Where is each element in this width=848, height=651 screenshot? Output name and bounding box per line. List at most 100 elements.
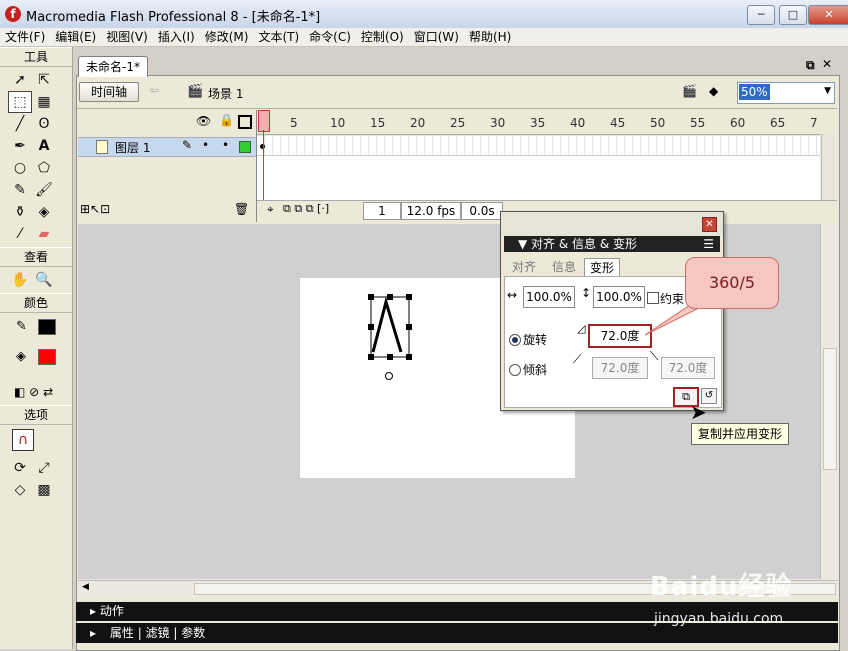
distort-icon[interactable]: ◇ [8,479,32,501]
frame-ruler[interactable]: 1 5 10 15 20 25 30 35 40 45 50 55 60 65 … [257,110,820,135]
outline-icon[interactable] [238,115,252,129]
chevron-down-icon[interactable]: ▼ [824,86,831,96]
properties-tab[interactable]: 属性 [100,626,134,640]
expand-icon: ▸ [90,626,97,640]
frames-grid[interactable] [257,136,820,201]
free-transform-tool-icon[interactable]: ⬚ [8,91,32,113]
maximize-button[interactable]: □ [779,5,807,25]
eyedropper-tool-icon[interactable]: ⁄ [8,223,32,245]
snap-magnet-icon[interactable]: ∩ [12,429,34,451]
no-color-icon[interactable]: ⊘ [29,385,39,399]
frame-row[interactable] [257,136,820,156]
ink-bottle-tool-icon[interactable]: ⚱ [8,201,32,223]
lock-icon[interactable]: 🔒 [219,113,234,127]
skew-h-icon: ⟋ [573,352,582,366]
trash-icon[interactable]: 🗑 [234,202,249,216]
minimize-button[interactable]: ─ [747,5,775,25]
skew-radio[interactable] [509,364,521,376]
panel-options-icon[interactable]: ☰ [703,236,714,252]
selected-shape[interactable] [366,292,416,382]
pen-tool-icon[interactable]: ✒ [8,135,32,157]
menu-control[interactable]: 控制(O) [356,28,409,46]
menu-text[interactable]: 文本(T) [253,28,304,46]
edit-bar: 时间轴 ⇦ 🎬 场景 1 🎬 ◆ [77,78,837,109]
menu-file[interactable]: 文件(F) [0,28,50,46]
pencil-tool-icon[interactable]: ✎ [8,179,32,201]
tab-transform[interactable]: 变形 [584,258,621,277]
menu-commands[interactable]: 命令(C) [304,28,356,46]
skew-h-input[interactable]: 72.0度 [592,357,648,379]
tab-align[interactable]: 对齐 [507,258,541,276]
width-scale-input[interactable]: 100.0% [523,286,575,308]
insert-layer-icon[interactable]: ⊞↖⊡ [80,202,110,216]
text-tool-icon[interactable]: A [32,135,56,157]
visible-dot[interactable]: • [202,138,209,152]
timeline-toggle-button[interactable]: 时间轴 [79,82,139,102]
center-frame-icon[interactable]: ⌖ [267,202,274,217]
subselect-tool-icon[interactable]: ⇱ [32,69,56,91]
swap-colors-icon[interactable]: ⇄ [43,385,53,399]
skew-v-input[interactable]: 72.0度 [661,357,715,379]
back-arrow-icon[interactable]: ⇦ [149,83,159,97]
zoom-combo[interactable]: 50% ▼ [737,82,835,104]
rotate-angle-icon: ◿ [577,322,586,335]
hand-tool-icon[interactable]: ✋ [8,269,32,291]
stroke-color-swatch[interactable] [38,319,56,335]
scroll-left-icon[interactable]: ◀ [82,582,89,592]
params-tab[interactable]: 参数 [181,626,205,640]
eye-icon[interactable]: 👁 [196,114,211,128]
menu-view[interactable]: 视图(V) [101,28,153,46]
view-heading: 查看 [0,247,72,267]
close-button[interactable]: ✕ [808,5,848,25]
rotate-skew-icon[interactable]: ⟳ [8,457,32,479]
close-icon[interactable]: ✕ [702,217,717,232]
oval-tool-icon[interactable]: ○ [8,157,32,179]
panel-titlebar[interactable]: ✕ [501,212,723,236]
line-tool-icon[interactable]: ╱ [8,113,32,135]
panel-header[interactable]: ▼ 对齐 & 信息 & 变形 ☰ [504,236,720,252]
menu-help[interactable]: 帮助(H) [464,28,516,46]
rotate-radio[interactable] [509,334,521,346]
height-scale-input[interactable]: 100.0% [593,286,645,308]
stage-vscroll[interactable] [820,224,838,579]
menu-window[interactable]: 窗口(W) [409,28,464,46]
scene-label[interactable]: 场景 1 [208,85,243,102]
eraser-tool-icon[interactable]: ▰ [32,223,56,245]
default-colors-icon[interactable]: ◧ [14,385,25,399]
tab-info[interactable]: 信息 [547,258,581,276]
zoom-value[interactable]: 50% [739,84,770,100]
close-doc-icon[interactable]: ✕ [822,57,832,71]
envelope-icon[interactable]: ▩ [32,479,56,501]
filters-tab[interactable]: 滤镜 [146,626,170,640]
arrow-tool-icon[interactable]: ➚ [8,69,32,91]
edit-symbols-icon[interactable]: ◆ [709,84,718,98]
fill-transform-tool-icon[interactable]: ▦ [32,91,56,113]
scale-icon[interactable]: ⤢ [32,457,56,479]
menu-edit[interactable]: 编辑(E) [50,28,101,46]
lasso-tool-icon[interactable]: ʘ [32,113,56,135]
polystar-tool-icon[interactable]: ⬠ [32,157,56,179]
actions-label[interactable]: 动作 [100,604,124,618]
lock-dot[interactable]: • [222,138,229,152]
mouse-cursor-icon: ➤ [690,400,707,424]
timeline-vscroll[interactable] [821,134,836,200]
layer-row[interactable]: 图层 1 ✎ • • [78,137,256,157]
outline-color-swatch[interactable] [239,141,251,153]
restore-doc-icon[interactable]: ⧉ [806,58,815,73]
watermark-logo: Baidu经验 [650,572,793,602]
menu-modify[interactable]: 修改(M) [200,28,254,46]
vscroll-thumb[interactable] [823,348,837,470]
current-frame: 1 [363,202,401,220]
playhead[interactable] [258,110,270,132]
document-tab[interactable]: 未命名-1* [78,56,148,77]
brush-tool-icon[interactable]: 🖌 [32,179,56,201]
edit-scene-icon[interactable]: 🎬 [682,84,697,98]
layers-panel: 👁 🔒 ⊞↖⊡ 🗑 [78,110,257,222]
menu-insert[interactable]: 插入(I) [153,28,200,46]
paint-bucket-tool-icon[interactable]: ◈ [32,201,56,223]
onion-skin-icons[interactable]: ⧉ ⧉ ⧉ [·] [283,202,329,216]
frame-rate[interactable]: 12.0 fps [401,202,461,220]
fill-color-swatch[interactable] [38,349,56,365]
zoom-tool-icon[interactable]: 🔍 [32,269,56,291]
layer-name[interactable]: 图层 1 [115,139,150,156]
